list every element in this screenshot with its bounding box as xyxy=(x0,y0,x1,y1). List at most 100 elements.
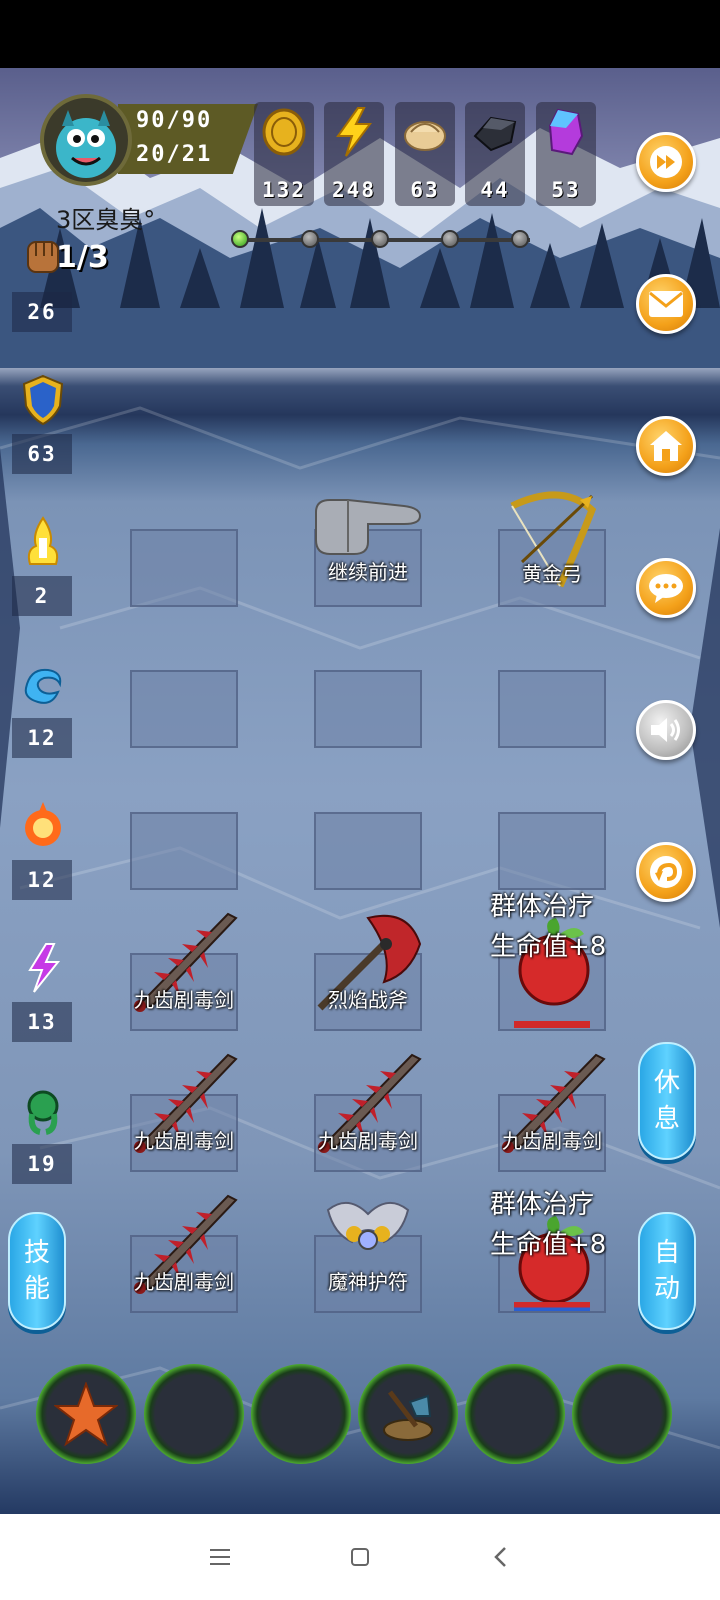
home-nav-button[interactable] xyxy=(340,1537,380,1577)
stat-fire: 12 xyxy=(12,796,72,900)
stat-attack: 26 xyxy=(12,228,72,332)
poison-sword-item[interactable]: 九齿剧毒剑 xyxy=(124,1186,244,1296)
flame-axe-label: 烈焰战斧 xyxy=(328,988,408,1012)
heal-hp-bar xyxy=(514,1021,590,1028)
attack-value: 26 xyxy=(12,292,72,332)
golden-bow-item[interactable]: 黄金弓 xyxy=(492,482,612,592)
skill-slot-6[interactable] xyxy=(572,1364,672,1464)
poison-sword-item[interactable]: 九齿剧毒剑 xyxy=(308,1045,428,1155)
poison-sword-label: 九齿剧毒剑 xyxy=(134,1270,234,1294)
flame-axe-item[interactable]: 烈焰战斧 xyxy=(308,904,428,1014)
system-navigation-bar xyxy=(0,1514,720,1600)
home-icon xyxy=(650,431,682,461)
grid-cell[interactable] xyxy=(130,670,238,748)
resource-crystal: 53 xyxy=(536,102,596,206)
dumpling-value: 63 xyxy=(410,178,440,202)
gold-coin-icon xyxy=(262,108,306,156)
stat-water: 12 xyxy=(12,654,72,758)
speaker-icon xyxy=(651,718,680,742)
stat-holy: 2 xyxy=(12,512,72,616)
skill-button[interactable]: 技 能 xyxy=(8,1212,66,1330)
poison-sword-item[interactable]: 九齿剧毒剑 xyxy=(124,904,244,1014)
grid-cell[interactable] xyxy=(314,812,422,890)
skill-slot-2[interactable] xyxy=(144,1364,244,1464)
poison-sword-item[interactable]: 九齿剧毒剑 xyxy=(124,1045,244,1155)
dumpling-icon xyxy=(404,121,446,151)
poison-sword-label: 九齿剧毒剑 xyxy=(134,988,234,1012)
grid-cell[interactable] xyxy=(130,529,238,607)
wave-progress-dot xyxy=(231,230,249,248)
resource-food: 63 xyxy=(395,102,455,206)
water-value: 12 xyxy=(12,718,72,758)
fast-forward-button[interactable] xyxy=(636,132,696,192)
auto-label-1: 自 xyxy=(653,1238,680,1268)
back-button[interactable] xyxy=(636,842,696,902)
skill-slot-4[interactable] xyxy=(358,1364,458,1464)
holy-light-icon xyxy=(27,516,59,565)
auto-button[interactable]: 自 动 xyxy=(638,1212,696,1330)
square-home-icon xyxy=(351,1548,369,1566)
auto-label-2: 动 xyxy=(653,1274,680,1304)
mail-icon xyxy=(649,291,683,317)
water-icon xyxy=(24,668,62,704)
chat-icon xyxy=(649,574,683,603)
continue-forward-item[interactable]: 继续前进 xyxy=(308,492,428,602)
stat-poison: 19 xyxy=(12,1080,72,1184)
fast-forward-icon xyxy=(650,146,682,178)
resource-iron: 44 xyxy=(465,102,525,206)
starfish-icon xyxy=(54,1382,118,1446)
menu-nav-button[interactable] xyxy=(200,1537,240,1577)
grid-cell[interactable] xyxy=(498,812,606,890)
lightning-value: 248 xyxy=(332,178,376,202)
grid-cell[interactable] xyxy=(498,670,606,748)
wave-progress-dot xyxy=(371,230,389,248)
chat-button[interactable] xyxy=(636,558,696,618)
gold-value: 132 xyxy=(262,178,306,202)
wave-progress-dot xyxy=(511,230,529,248)
lightning-rune-icon xyxy=(28,943,61,993)
amulet-icon xyxy=(326,1202,410,1250)
rest-button[interactable]: 休 息 xyxy=(638,1042,696,1160)
crystal-value: 53 xyxy=(551,178,581,202)
resource-energy: 248 xyxy=(324,102,384,206)
fire-icon xyxy=(25,802,61,846)
heal-title: 群体治疗 xyxy=(490,1190,595,1220)
grid-cell[interactable] xyxy=(130,812,238,890)
purple-crystal-icon xyxy=(548,108,584,156)
wave-progress-dot xyxy=(441,230,459,248)
fist-icon xyxy=(27,241,59,273)
defense-value: 63 xyxy=(12,434,72,474)
stat-defense: 63 xyxy=(12,370,72,474)
poison-sword-label: 九齿剧毒剑 xyxy=(502,1129,602,1153)
heal-apple-item[interactable]: 群体治疗 生命值+8 xyxy=(490,1182,612,1311)
axe-stump-icon xyxy=(383,1390,433,1441)
mail-button[interactable] xyxy=(636,274,696,334)
heal-effect: 生命值+8 xyxy=(490,1230,607,1260)
stat-thunder: 13 xyxy=(12,938,72,1042)
back-nav-button[interactable] xyxy=(480,1537,520,1577)
shield-icon xyxy=(22,374,64,426)
sound-button[interactable] xyxy=(636,700,696,760)
dragon-avatar-icon xyxy=(56,110,116,178)
demon-amulet-item[interactable]: 魔神护符 xyxy=(308,1190,428,1300)
poison-sword-item[interactable]: 九齿剧毒剑 xyxy=(492,1045,612,1155)
holy-value: 2 xyxy=(12,576,72,616)
heal-apple-item[interactable]: 群体治疗 生命值+8 xyxy=(490,886,612,1028)
player-avatar[interactable] xyxy=(40,94,132,186)
heal-hp-bar xyxy=(514,1302,590,1311)
menu-icon xyxy=(210,1549,230,1565)
pointing-hand-icon xyxy=(315,499,422,555)
return-arrow-icon xyxy=(650,856,682,888)
home-button[interactable] xyxy=(636,416,696,476)
poison-icon xyxy=(27,1090,59,1135)
poison-sword-label: 九齿剧毒剑 xyxy=(134,1129,234,1153)
poison-value: 19 xyxy=(12,1144,72,1184)
thunder-value: 13 xyxy=(12,1002,72,1042)
skill-slot-5[interactable] xyxy=(465,1364,565,1464)
status-bar xyxy=(0,0,720,68)
grid-cell[interactable] xyxy=(314,670,422,748)
skill-slot-3[interactable] xyxy=(251,1364,351,1464)
energy-value: 20/21 xyxy=(136,142,213,167)
skill-slot-1[interactable] xyxy=(36,1364,136,1464)
lightning-icon xyxy=(336,107,372,157)
